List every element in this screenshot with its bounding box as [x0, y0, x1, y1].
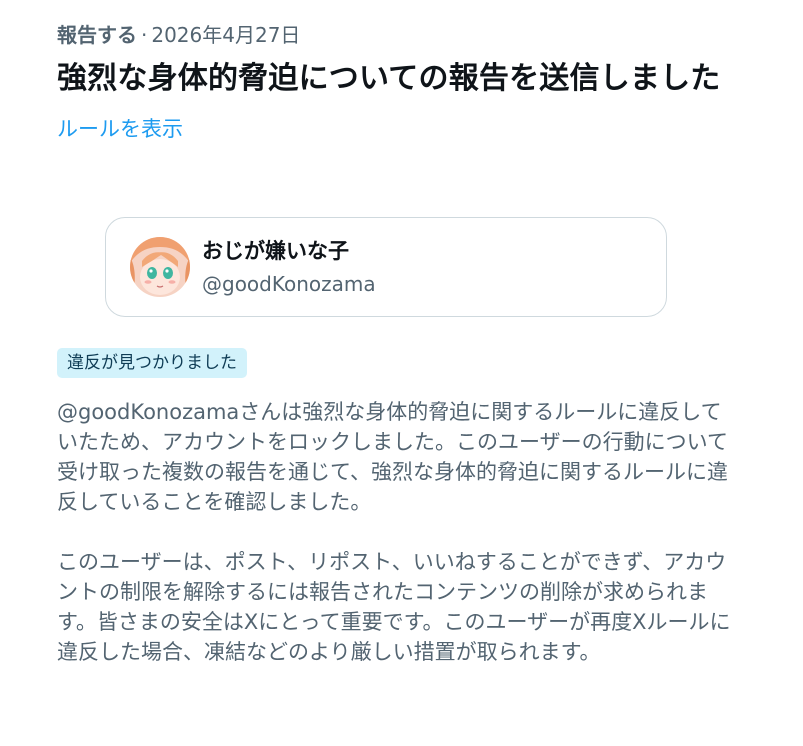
user-display-name: おじが嫌いな子 [202, 239, 349, 263]
meta-separator: · [141, 23, 148, 47]
user-handle: @goodKonozama [202, 272, 376, 296]
report-type-label: 報告する [57, 23, 137, 47]
description-paragraph: このユーザーは、ポスト、リポスト、いいねすることができず、アカウントの制限を解除… [57, 550, 731, 664]
avatar[interactable] [130, 237, 190, 297]
avatar-image [130, 237, 190, 297]
report-meta: 報告する · 2026年4月27日 [57, 20, 737, 50]
report-description: @goodKonozamaさんは強烈な身体的脅迫に関するルールに違反していたため… [57, 397, 737, 667]
report-detail: 報告する · 2026年4月27日 強烈な身体的脅迫についての報告を送信しました ル… [57, 20, 737, 664]
reported-user-card[interactable]: おじが嫌いな子 @goodKonozama [105, 217, 667, 317]
user-info: おじが嫌いな子 @goodKonozama [202, 236, 376, 298]
description-paragraph: @goodKonozamaさんは強烈な身体的脅迫に関するルールに違反していたため… [57, 400, 728, 514]
status-badge: 違反が見つかりました [57, 348, 247, 378]
report-date: 2026年4月27日 [151, 23, 301, 47]
page-title: 強烈な身体的脅迫についての報告を送信しました [57, 61, 721, 96]
view-rules-link[interactable]: ルールを表示 [57, 114, 183, 144]
